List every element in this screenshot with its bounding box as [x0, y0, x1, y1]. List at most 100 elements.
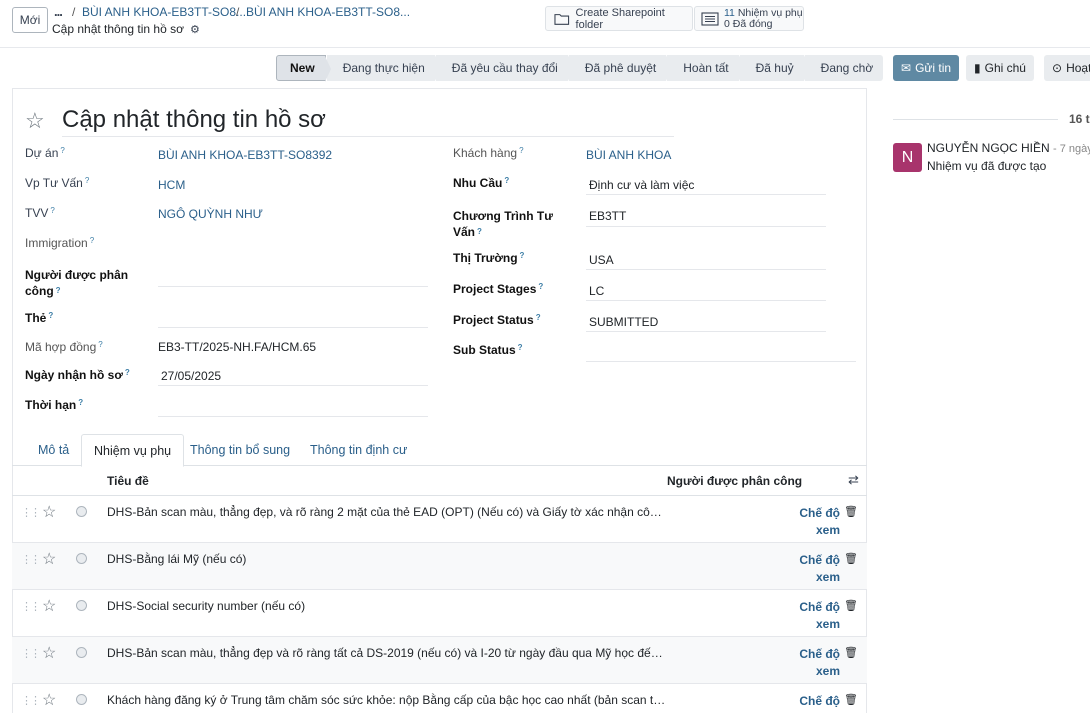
- state-radio[interactable]: [76, 553, 87, 564]
- state-radio[interactable]: [76, 506, 87, 517]
- project-value[interactable]: BÙI ANH KHOA-EB3TT-SO8392: [158, 148, 332, 162]
- view-button[interactable]: Chế độ xem: [786, 646, 840, 680]
- breadcrumb-current-label: Cập nhật thông tin hồ sơ: [52, 22, 184, 36]
- market-underline: [586, 269, 826, 270]
- tvv-value[interactable]: NGÔ QUỲNH NHƯ: [158, 207, 263, 221]
- breadcrumb-more[interactable]: ...: [54, 4, 63, 19]
- project-stages-label: Project Stages?: [453, 282, 544, 296]
- star-icon[interactable]: ☆: [42, 596, 56, 616]
- create-sharepoint-folder-button[interactable]: Create Sharepoint folder: [545, 6, 693, 31]
- view-button[interactable]: Chế độ: [786, 693, 840, 710]
- tab-subtasks[interactable]: Nhiệm vụ phụ: [81, 434, 185, 467]
- star-icon[interactable]: ☆: [42, 549, 56, 569]
- state-radio[interactable]: [76, 694, 87, 705]
- closed-label: Đã đóng: [732, 17, 773, 30]
- stage-waiting[interactable]: Đang chờ: [803, 55, 884, 81]
- drag-handle-icon[interactable]: ⋮⋮: [21, 506, 41, 519]
- closed-count: 0: [724, 17, 730, 30]
- star-icon[interactable]: ☆: [25, 108, 45, 134]
- stage-approved[interactable]: Đã phê duyệt: [567, 55, 673, 81]
- stage-new[interactable]: New: [276, 55, 331, 82]
- trash-icon[interactable]: 🗑: [844, 646, 858, 659]
- table-row[interactable]: ⋮⋮ ☆ DHS-Bản scan màu, thẳng đẹp, và rõ …: [12, 496, 867, 543]
- project-stages-value[interactable]: LC: [589, 284, 604, 298]
- need-value[interactable]: Định cư và làm việc: [589, 178, 694, 192]
- subtasks-table-header: Tiêu đề Người được phân công ⇄: [12, 466, 867, 496]
- need-label: Nhu Cầu?: [453, 176, 510, 190]
- send-message-label: Gửi tin: [915, 61, 952, 75]
- trash-icon[interactable]: 🗑: [844, 599, 858, 612]
- optional-columns-icon[interactable]: ⇄: [848, 472, 859, 488]
- column-title[interactable]: Tiêu đề: [107, 474, 149, 488]
- sub-status-label: Sub Status?: [453, 343, 523, 357]
- breadcrumb-task[interactable]: BÙI ANH KHOA-EB3TT-SO8...: [246, 5, 410, 19]
- state-radio[interactable]: [76, 600, 87, 611]
- tab-settlement-info[interactable]: Thông tin định cư: [298, 434, 419, 466]
- row-title[interactable]: DHS-Bản scan màu, thẳng đẹp, và rõ ràng …: [107, 505, 667, 519]
- activity-button[interactable]: ⊙ Hoạt: [1044, 55, 1090, 81]
- program-value[interactable]: EB3TT: [589, 209, 626, 223]
- breadcrumb-separator: /: [236, 5, 240, 19]
- message-author[interactable]: NGUYỄN NGỌC HIỀN: [927, 141, 1050, 155]
- state-radio[interactable]: [76, 647, 87, 658]
- star-icon[interactable]: ☆: [42, 502, 56, 522]
- message-header: NGUYỄN NGỌC HIỀN - 7 ngày t: [927, 141, 1090, 155]
- market-value[interactable]: USA: [589, 253, 614, 267]
- office-label: Vp Tư Vấn?: [25, 176, 90, 190]
- table-row[interactable]: ⋮⋮ ☆ DHS-Bản scan màu, thẳng đẹp và rõ r…: [12, 637, 867, 684]
- row-title[interactable]: DHS-Social security number (nếu có): [107, 599, 667, 613]
- new-button[interactable]: Mới: [12, 7, 48, 33]
- star-icon[interactable]: ☆: [42, 690, 56, 710]
- row-title[interactable]: DHS-Bản scan màu, thẳng đẹp và rõ ràng t…: [107, 646, 667, 660]
- view-button[interactable]: Chế độ xem: [786, 599, 840, 633]
- breadcrumb-project[interactable]: BÙI ANH KHOA-EB3TT-SO8...: [82, 5, 246, 19]
- gear-icon[interactable]: ⚙: [190, 23, 200, 36]
- drag-handle-icon[interactable]: ⋮⋮: [21, 600, 41, 613]
- tags-field[interactable]: [158, 327, 428, 328]
- tab-description[interactable]: Mô tả: [26, 434, 81, 466]
- deadline-field[interactable]: [158, 416, 428, 417]
- status-bar: New Đang thực hiện Đã yêu cầu thay đổi Đ…: [276, 55, 884, 82]
- received-date-value[interactable]: 27/05/2025: [161, 369, 221, 383]
- table-row[interactable]: ⋮⋮ ☆ DHS-Bằng lái Mỹ (nếu có) Chế độ xem…: [12, 543, 867, 590]
- stage-in-progress[interactable]: Đang thực hiện: [325, 55, 441, 81]
- stage-done[interactable]: Hoàn tất: [666, 55, 746, 81]
- folder-icon: [554, 13, 570, 25]
- immigration-label: Immigration?: [25, 236, 95, 250]
- trash-icon[interactable]: 🗑: [844, 505, 858, 518]
- send-message-button[interactable]: ✉ Gửi tin: [893, 55, 960, 81]
- view-button[interactable]: Chế độ xem: [786, 552, 840, 586]
- deadline-label: Thời hạn?: [25, 398, 84, 412]
- customer-value[interactable]: BÙI ANH KHOA: [586, 148, 671, 162]
- drag-handle-icon[interactable]: ⋮⋮: [21, 553, 41, 566]
- stage-change-requested[interactable]: Đã yêu cầu thay đổi: [434, 55, 574, 81]
- trash-icon[interactable]: 🗑: [844, 693, 858, 706]
- star-icon[interactable]: ☆: [42, 643, 56, 663]
- office-value[interactable]: HCM: [158, 178, 185, 192]
- project-status-label: Project Status?: [453, 313, 541, 327]
- sub-status-field[interactable]: [586, 361, 856, 362]
- row-title[interactable]: Khách hàng đăng ký ở Trung tâm chăm sóc …: [107, 693, 667, 707]
- drag-handle-icon[interactable]: ⋮⋮: [21, 647, 41, 660]
- breadcrumb-current: Cập nhật thông tin hồ sơ ⚙: [52, 22, 200, 36]
- project-status-value[interactable]: SUBMITTED: [589, 315, 658, 329]
- message-body: Nhiệm vụ đã được tạo: [927, 159, 1047, 173]
- view-button[interactable]: Chế độ xem: [786, 505, 840, 539]
- drag-handle-icon[interactable]: ⋮⋮: [21, 694, 41, 707]
- row-title[interactable]: DHS-Bằng lái Mỹ (nếu có): [107, 552, 667, 566]
- column-assignee[interactable]: Người được phân công: [667, 474, 802, 488]
- table-row[interactable]: ⋮⋮ ☆ Khách hàng đăng ký ở Trung tâm chăm…: [12, 684, 867, 713]
- tab-additional-info[interactable]: Thông tin bổ sung: [178, 434, 302, 466]
- avatar[interactable]: N: [893, 143, 922, 172]
- stage-cancelled[interactable]: Đã huỷ: [738, 55, 810, 81]
- contract-value: EB3-TT/2025-NH.FA/HCM.65: [158, 340, 317, 354]
- message-time: - 7 ngày t: [1053, 143, 1090, 155]
- notebook-tabs: Mô tả Nhiệm vụ phụ Thông tin bổ sung Thô…: [12, 434, 867, 467]
- log-note-button[interactable]: ▮ Ghi chú: [966, 55, 1034, 81]
- tags-label: Thẻ?: [25, 311, 54, 325]
- assignee-field[interactable]: [158, 286, 428, 287]
- trash-icon[interactable]: 🗑: [844, 552, 858, 565]
- table-row[interactable]: ⋮⋮ ☆ DHS-Social security number (nếu có)…: [12, 590, 867, 637]
- subtasks-stat-button[interactable]: 11 Nhiệm vụ phụ 0 Đã đóng: [694, 6, 804, 31]
- task-title[interactable]: Cập nhật thông tin hồ sơ: [62, 106, 674, 137]
